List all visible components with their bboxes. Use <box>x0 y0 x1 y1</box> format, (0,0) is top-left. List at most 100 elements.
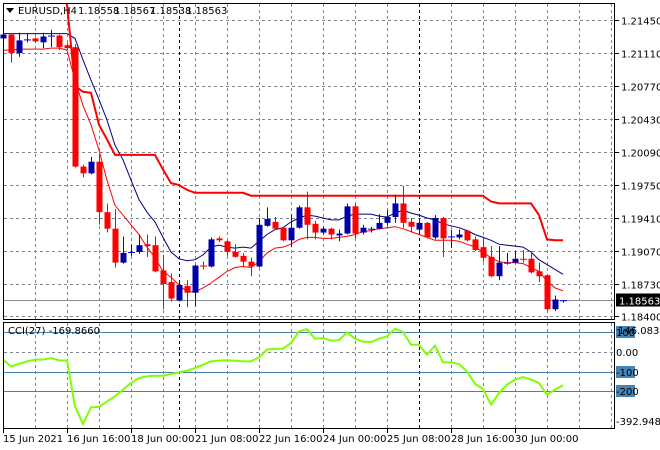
candle-body <box>352 206 359 234</box>
candle-body <box>8 34 15 53</box>
time-label: 18 Jun 00:00 <box>131 434 195 445</box>
trading-chart[interactable]: EURUSD,H4 1.18558 1.18567 1.18538 1.1856… <box>0 0 660 450</box>
candle-body <box>464 230 471 241</box>
candle-body <box>16 40 23 53</box>
candle-body <box>192 265 199 293</box>
candle-body <box>64 45 71 49</box>
bull-candle[interactable] <box>344 203 351 235</box>
candle-body <box>552 299 559 310</box>
candle-body <box>160 270 167 284</box>
bull-candle[interactable] <box>208 237 215 268</box>
candle-body <box>480 247 487 258</box>
candle-body <box>224 241 231 252</box>
time-label: 22 Jun 16:00 <box>259 434 323 445</box>
chart-background <box>0 0 660 450</box>
candle-body <box>496 262 503 277</box>
candle-body <box>488 256 495 277</box>
time-label: 16 Jun 16:00 <box>67 434 131 445</box>
cci-max-label: 146.083 <box>618 326 659 337</box>
candle-body <box>264 218 271 226</box>
candle-body <box>80 166 87 174</box>
candle-body <box>344 206 351 234</box>
price-tick-label: 1.18400 <box>621 313 660 324</box>
candle-body <box>312 223 319 233</box>
candle-body <box>272 221 279 229</box>
candle-body <box>216 238 223 241</box>
candle-body <box>360 227 367 233</box>
cci-level-label: 0.00 <box>616 348 638 359</box>
price-tick-label: 1.19070 <box>621 248 660 259</box>
price-tick-label: 1.20770 <box>621 83 660 94</box>
candle-body <box>232 251 239 257</box>
bear-candle[interactable] <box>464 229 471 242</box>
price-tick-label: 1.21110 <box>621 50 660 61</box>
candle-body <box>456 234 463 238</box>
candle-body <box>416 222 423 230</box>
candle-body <box>136 245 143 252</box>
candle-body <box>328 228 335 235</box>
candle-body <box>320 228 327 233</box>
time-label: 28 Jun 16:00 <box>451 434 515 445</box>
candle-body <box>384 217 391 223</box>
candle-body <box>240 255 247 262</box>
candle-body <box>144 244 151 247</box>
price-tick-label: 1.20430 <box>621 116 660 127</box>
cci-level-label: -100 <box>616 368 639 379</box>
candle-body <box>392 203 399 218</box>
candle-body <box>336 233 343 236</box>
candle-body <box>440 218 447 239</box>
candle-body <box>104 212 111 229</box>
close-price: 1.18563 <box>186 6 227 17</box>
candle-body <box>208 239 215 267</box>
price-tick-label: 1.19750 <box>621 182 660 193</box>
candle-body <box>72 47 79 167</box>
candle-body <box>88 161 95 174</box>
time-label: 15 Jun 2021 <box>3 434 63 445</box>
bear-candle[interactable] <box>280 226 287 242</box>
bull-candle[interactable] <box>256 218 263 268</box>
candle-body <box>512 258 519 263</box>
candle-body <box>288 227 295 241</box>
bear-candle[interactable] <box>72 44 79 168</box>
candle-body <box>120 252 127 263</box>
candle-body <box>536 271 543 277</box>
current-price-label: 1.18563 <box>619 297 660 308</box>
symbol-label: EURUSD,H4 <box>18 6 77 17</box>
candle-body <box>152 245 159 272</box>
time-label: 21 Jun 08:00 <box>195 434 259 445</box>
candle-body <box>40 36 47 43</box>
candle-body <box>432 218 439 238</box>
candle-body <box>32 38 39 42</box>
candle-body <box>256 224 263 267</box>
candle-body <box>408 221 415 227</box>
candle-body <box>168 282 175 299</box>
candle-body <box>56 35 63 48</box>
candle-body <box>528 258 535 273</box>
candle-body <box>376 222 383 229</box>
price-tick-label: 1.18730 <box>621 281 660 292</box>
cci-level-label: -200 <box>616 387 639 398</box>
price-tick-label: 1.20090 <box>621 149 660 160</box>
candle-body <box>296 207 303 228</box>
bear-candle[interactable] <box>424 221 431 239</box>
time-label: 24 Jun 00:00 <box>323 434 387 445</box>
candle-body <box>424 222 431 238</box>
candle-body <box>176 284 183 301</box>
candle-body <box>544 275 551 310</box>
candle-body <box>184 285 191 293</box>
price-tick-label: 1.21450 <box>621 17 660 28</box>
bear-candle[interactable] <box>544 274 551 312</box>
candle-body <box>248 261 255 267</box>
candle-body <box>280 227 287 241</box>
bull-candle[interactable] <box>296 205 303 229</box>
cci-min-label: -392.9481 <box>616 417 660 428</box>
candle-body <box>400 203 407 223</box>
candle-body <box>96 161 103 213</box>
candle-body <box>304 207 311 225</box>
candle-body <box>472 239 479 251</box>
price-tick-label: 1.19410 <box>621 215 660 226</box>
bull-candle[interactable] <box>432 215 439 240</box>
bear-candle[interactable] <box>352 203 359 239</box>
time-label: 25 Jun 08:00 <box>387 434 451 445</box>
time-label: 30 Jun 00:00 <box>515 434 579 445</box>
